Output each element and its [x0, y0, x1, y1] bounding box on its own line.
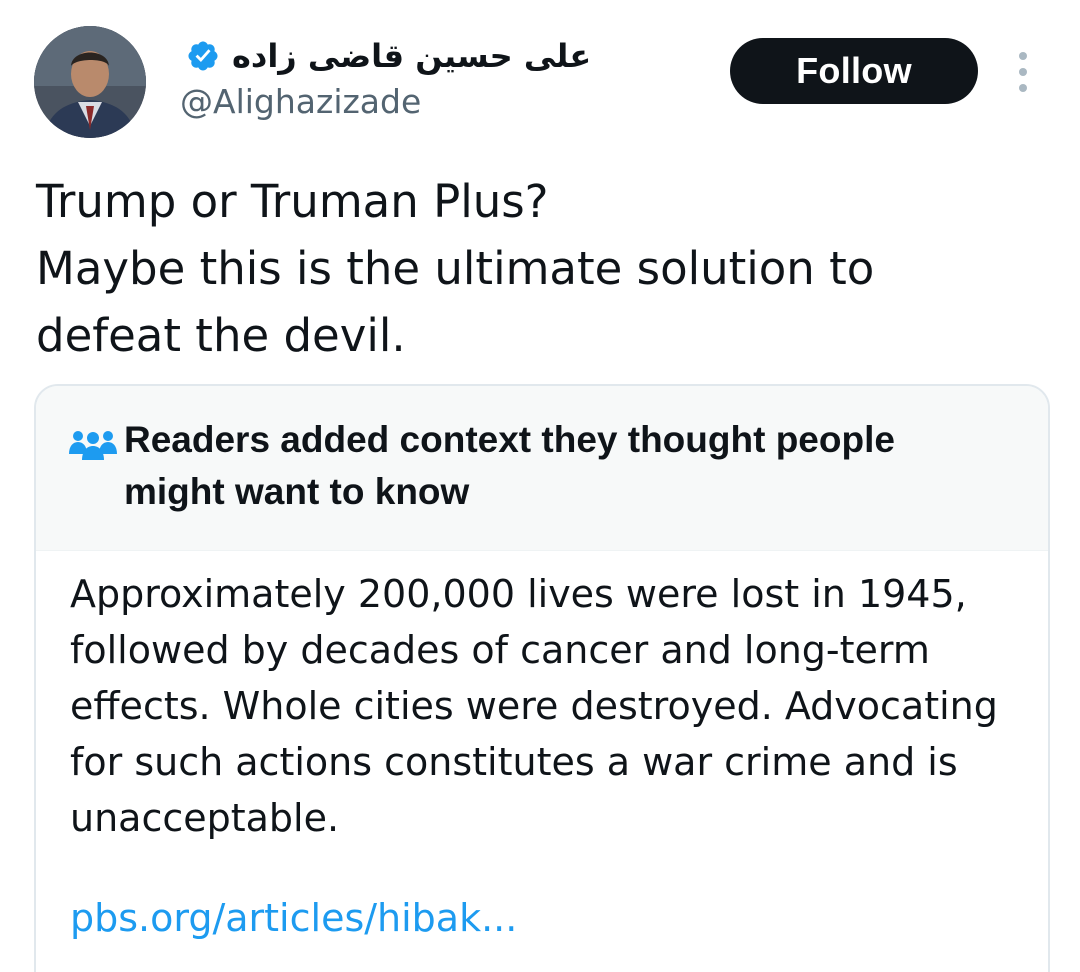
verified-badge-icon — [188, 41, 218, 71]
avatar-image — [34, 26, 146, 138]
tweet-text: Trump or Truman Plus? Maybe this is the … — [36, 168, 1046, 369]
note-line: unacceptable. — [70, 796, 340, 840]
more-vertical-icon[interactable] — [1010, 52, 1036, 92]
note-line: for such actions constitutes a war crime… — [70, 740, 958, 784]
community-note-title: Readers added context they thought peopl… — [124, 419, 895, 512]
people-icon — [69, 431, 117, 460]
source-link[interactable]: pbs.org/articles/hibak... — [70, 896, 517, 940]
note-line: Approximately 200,000 lives were lost in… — [70, 572, 967, 616]
note-line: effects. Whole cities were destroyed. Ad… — [70, 684, 998, 728]
display-name[interactable]: علی حسین قاضی زاده — [232, 37, 591, 75]
follow-button[interactable]: Follow — [730, 38, 978, 104]
name-row: علی حسین قاضی زاده — [186, 30, 591, 82]
tweet-line: defeat the devil. — [36, 309, 406, 362]
tweet-page: علی حسین قاضی زاده @Alighazizade Follow … — [0, 0, 1080, 972]
community-note-header: Readers added context they thought peopl… — [36, 386, 1048, 551]
community-note: Readers added context they thought peopl… — [34, 384, 1050, 972]
note-line: followed by decades of cancer and long-t… — [70, 628, 930, 672]
tweet-line: Maybe this is the ultimate solution to — [36, 242, 875, 295]
avatar[interactable] — [34, 26, 146, 138]
tweet-line: Trump or Truman Plus? — [36, 175, 549, 228]
community-note-body: Approximately 200,000 lives were lost in… — [70, 566, 1030, 846]
user-handle[interactable]: @Alighazizade — [180, 82, 421, 121]
